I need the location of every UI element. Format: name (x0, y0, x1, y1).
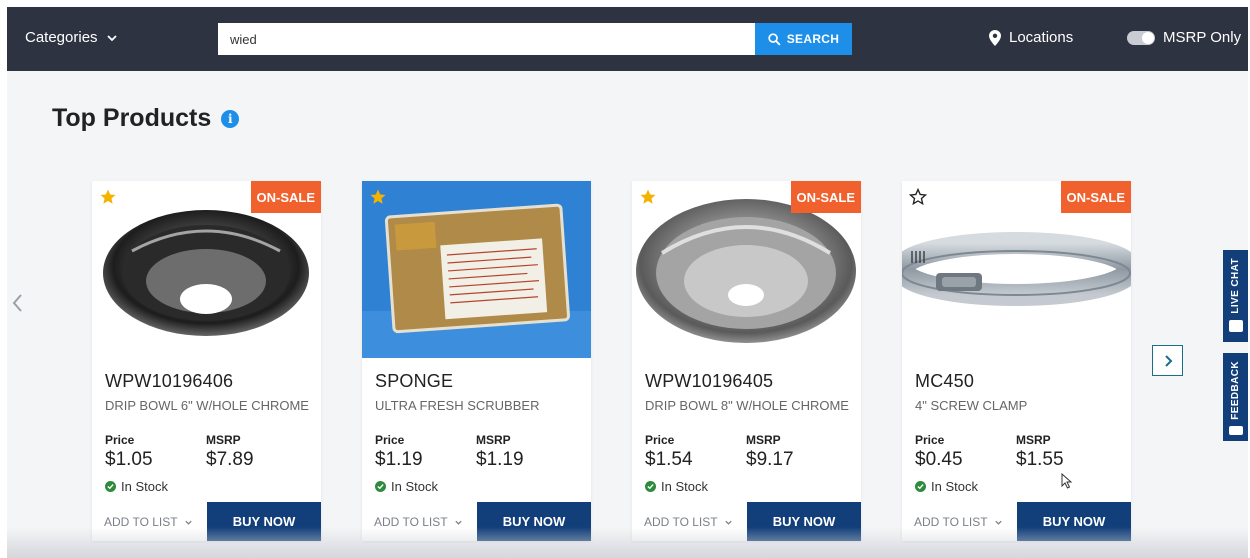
msrp-label: MSRP (206, 433, 241, 447)
msrp-label: MSRP (476, 433, 511, 447)
price-label: Price (915, 433, 945, 447)
live-chat-tab[interactable]: LIVE CHAT (1223, 250, 1248, 342)
search-input[interactable] (218, 23, 755, 55)
favorite-star-icon[interactable] (639, 188, 657, 206)
product-card: ON-SALE WPW10196405 DRIP BOWL 8" W/HOLE … (632, 181, 861, 541)
buy-now-button[interactable]: BUY NOW (207, 502, 321, 541)
stock-status: In Stock (105, 479, 168, 494)
add-to-list-dropdown[interactable]: ADD TO LIST (374, 515, 463, 529)
locations-link[interactable]: Locations (989, 29, 1073, 46)
live-chat-label: LIVE CHAT (1230, 258, 1241, 314)
stock-label: In Stock (121, 479, 168, 494)
price-label: Price (375, 433, 405, 447)
check-circle-icon (375, 481, 386, 492)
app-frame: Categories SEARCH Locations MSRP Only To… (7, 7, 1248, 558)
part-description: DRIP BOWL 8" W/HOLE CHROME (645, 398, 849, 413)
stock-status: In Stock (645, 479, 708, 494)
search-icon (768, 32, 781, 46)
product-card: SPONGE ULTRA FRESH SCRUBBER Price MSRP $… (362, 181, 591, 541)
add-to-list-label: ADD TO LIST (914, 515, 988, 529)
page-title: Top Products (52, 104, 212, 132)
part-number[interactable]: WPW10196405 (645, 371, 773, 392)
msrp-only-toggle[interactable]: MSRP Only (1127, 29, 1241, 46)
stock-label: In Stock (931, 479, 978, 494)
chevron-right-icon (1164, 354, 1172, 367)
search-button-label: SEARCH (786, 32, 840, 46)
chevron-down-icon (724, 520, 732, 525)
stock-label: In Stock (391, 479, 438, 494)
msrp-label: MSRP (1016, 433, 1051, 447)
favorite-star-icon[interactable] (909, 188, 927, 206)
add-to-list-label: ADD TO LIST (374, 515, 448, 529)
part-description: 4" SCREW CLAMP (915, 398, 1028, 413)
add-to-list-dropdown[interactable]: ADD TO LIST (104, 515, 193, 529)
locations-label: Locations (1009, 29, 1074, 46)
info-icon[interactable]: i (221, 109, 240, 128)
msrp-only-label: MSRP Only (1163, 29, 1242, 46)
toggle-knob (1142, 31, 1154, 44)
buy-now-button[interactable]: BUY NOW (477, 502, 591, 541)
add-to-list-label: ADD TO LIST (104, 515, 178, 529)
on-sale-badge: ON-SALE (1060, 181, 1131, 213)
product-card: ON-SALE WPW10196406 DRIP BOWL 6" W/HOLE … (92, 181, 321, 541)
add-to-list-label: ADD TO LIST (644, 515, 718, 529)
search-button[interactable]: SEARCH (755, 23, 852, 55)
price-value: $1.19 (375, 449, 423, 470)
feedback-icon (1228, 425, 1243, 435)
msrp-label: MSRP (746, 433, 781, 447)
map-pin-icon (989, 29, 1001, 46)
part-description: ULTRA FRESH SCRUBBER (375, 398, 540, 413)
price-value: $1.54 (645, 449, 693, 470)
feedback-tab[interactable]: FEEDBACK (1223, 353, 1248, 441)
part-description: DRIP BOWL 6" W/HOLE CHROME (105, 398, 309, 413)
part-number[interactable]: MC450 (915, 371, 974, 392)
part-number[interactable]: WPW10196406 (105, 371, 233, 392)
check-circle-icon (645, 481, 656, 492)
check-circle-icon (915, 481, 926, 492)
favorite-star-icon[interactable] (369, 188, 387, 206)
feedback-label: FEEDBACK (1230, 361, 1241, 420)
chevron-down-icon (454, 520, 462, 525)
msrp-value: $7.89 (206, 449, 254, 470)
buy-now-button[interactable]: BUY NOW (1017, 502, 1131, 541)
chevron-down-icon (184, 520, 192, 525)
price-label: Price (645, 433, 675, 447)
add-to-list-dropdown[interactable]: ADD TO LIST (914, 515, 1003, 529)
add-to-list-dropdown[interactable]: ADD TO LIST (644, 515, 733, 529)
section-title: Top Products i (52, 104, 240, 133)
on-sale-badge: ON-SALE (250, 181, 321, 213)
chevron-left-icon[interactable] (9, 291, 25, 315)
chevron-down-icon (106, 34, 117, 41)
categories-dropdown[interactable]: Categories (25, 29, 118, 46)
top-navigation-bar: Categories SEARCH Locations MSRP Only (7, 7, 1248, 71)
price-value: $1.05 (105, 449, 153, 470)
price-value: $0.45 (915, 449, 963, 470)
chevron-down-icon (994, 520, 1002, 525)
stock-status: In Stock (915, 479, 978, 494)
on-sale-badge: ON-SALE (790, 181, 861, 213)
part-number[interactable]: SPONGE (375, 371, 453, 392)
stock-status: In Stock (375, 479, 438, 494)
msrp-value: $9.17 (746, 449, 794, 470)
favorite-star-icon[interactable] (99, 188, 117, 206)
msrp-value: $1.19 (476, 449, 524, 470)
sponge-package-image (362, 181, 591, 358)
chat-bubble-icon (1228, 319, 1243, 332)
price-label: Price (105, 433, 135, 447)
stock-label: In Stock (661, 479, 708, 494)
product-card: ON-SALE MC450 4" SCREW CLAMP Price MSRP … (902, 181, 1131, 541)
categories-label: Categories (25, 29, 98, 46)
product-image[interactable] (362, 181, 591, 358)
msrp-value: $1.55 (1016, 449, 1064, 470)
check-circle-icon (105, 481, 116, 492)
carousel-next-button[interactable] (1152, 345, 1183, 376)
toggle-switch[interactable] (1127, 30, 1155, 45)
mouse-cursor-icon (1061, 473, 1073, 489)
buy-now-button[interactable]: BUY NOW (747, 502, 861, 541)
